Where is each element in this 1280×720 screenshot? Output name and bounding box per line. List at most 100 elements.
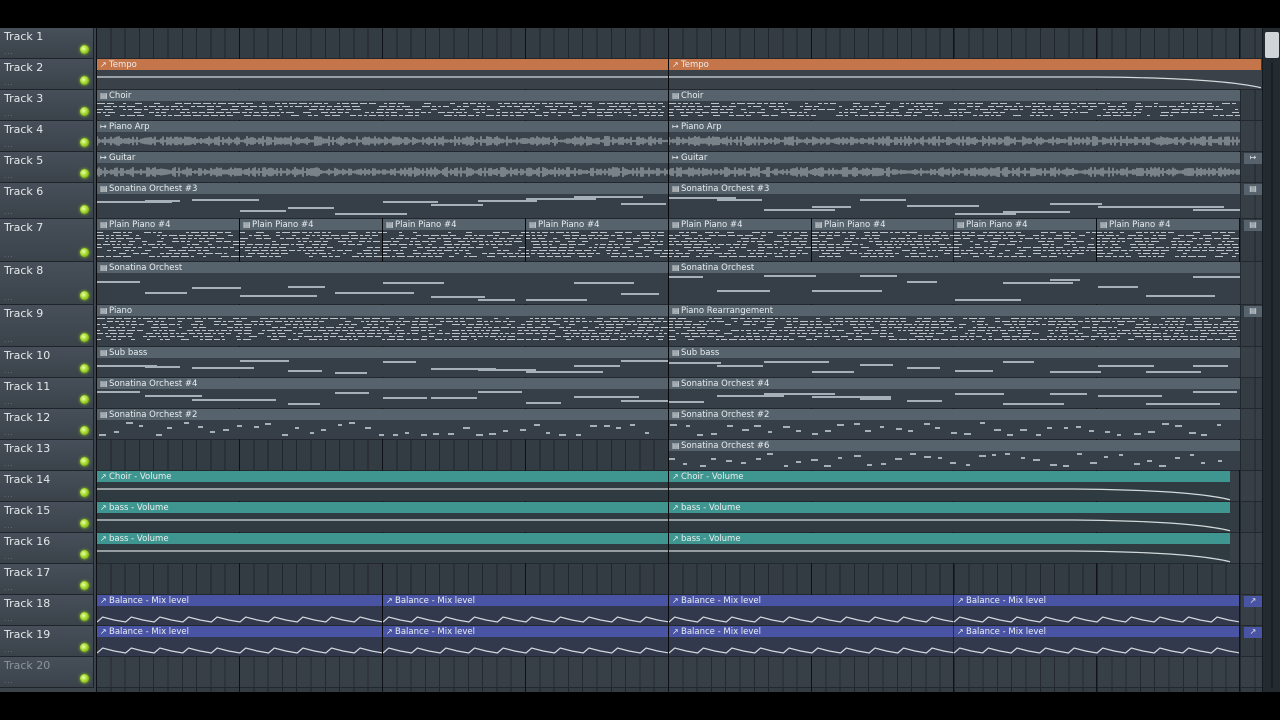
clip-title-bar[interactable]: ▤Sonatina Orchest #2: [669, 409, 1240, 420]
automation-icon[interactable]: ↗: [1244, 596, 1262, 607]
clip-title-bar[interactable]: ↗ Choir - Volume: [97, 471, 668, 482]
clip-pattern[interactable]: ▤Plain Piano #4: [668, 219, 811, 261]
clip-title-bar[interactable]: ▤Sonatina Orchest #4: [669, 378, 1240, 389]
clip-title-bar[interactable]: ▤Sonatina Orchest #3: [97, 183, 668, 194]
clip-pattern[interactable]: ▤Plain Piano #4: [96, 219, 239, 261]
track-header-18[interactable]: Track 18...: [0, 595, 94, 626]
pattern-icon[interactable]: ▤: [1244, 306, 1262, 317]
mute-toggle-led[interactable]: [80, 457, 89, 466]
clip-title-bar[interactable]: ↗ bass - Volume: [97, 502, 668, 513]
clip-mix[interactable]: ↗ Balance - Mix level: [953, 595, 1239, 625]
clip-title-bar[interactable]: ↗ Balance - Mix level: [669, 626, 954, 637]
clip-title-bar[interactable]: ▤Plain Piano #4: [240, 219, 382, 230]
clip-audio[interactable]: ↦ Guitar: [96, 152, 668, 182]
track-header-11[interactable]: Track 11...: [0, 378, 94, 409]
scrollbar-thumb[interactable]: [1265, 32, 1279, 58]
clip-title-bar[interactable]: ▤Plain Piano #4: [383, 219, 525, 230]
track-lane[interactable]: [96, 657, 1262, 688]
track-header-12[interactable]: Track 12...: [0, 409, 94, 440]
track-header-1[interactable]: Track 1...: [0, 28, 94, 59]
pattern-icon[interactable]: ▤: [1244, 220, 1262, 231]
clip-pattern[interactable]: ▤Sonatina Orchest #3: [668, 183, 1240, 218]
clip-title-bar[interactable]: ▤Choir: [97, 90, 668, 101]
track-header-13[interactable]: Track 13...: [0, 440, 94, 471]
mute-toggle-led[interactable]: [80, 643, 89, 652]
clip-pattern[interactable]: ▤Plain Piano #4: [1096, 219, 1239, 261]
track-header-10[interactable]: Track 10...: [0, 347, 94, 378]
clip-pattern[interactable]: ▤Plain Piano #4: [382, 219, 525, 261]
clip-pattern[interactable]: ▤Sonatina Orchest #4: [668, 378, 1240, 408]
clip-title-bar[interactable]: ↗ Balance - Mix level: [383, 626, 668, 637]
clip-title-bar[interactable]: ▤Plain Piano #4: [526, 219, 668, 230]
track-header-8[interactable]: Track 8...: [0, 262, 94, 305]
track-header-3[interactable]: Track 3...: [0, 90, 94, 121]
track-lane[interactable]: [96, 564, 1262, 595]
clip-title-bar[interactable]: ▤Plain Piano #4: [669, 219, 811, 230]
mute-toggle-led[interactable]: [80, 550, 89, 559]
clip-tempo[interactable]: ↗ Tempo: [96, 59, 668, 89]
track-header-16[interactable]: Track 16...: [0, 533, 94, 564]
track-header-19[interactable]: Track 19...: [0, 626, 94, 657]
clip-pattern[interactable]: ▤Sonatina Orchest: [668, 262, 1240, 304]
automation-icon[interactable]: ↗: [1244, 627, 1262, 638]
clip-title-bar[interactable]: ▤Sub bass: [97, 347, 668, 358]
clip-title-bar[interactable]: ↦ Guitar: [97, 152, 668, 163]
clip-title-bar[interactable]: ↗ Balance - Mix level: [954, 626, 1239, 637]
clip-pattern[interactable]: ▤Sonatina Orchest #2: [96, 409, 668, 439]
clip-audio[interactable]: ↦ Piano Arp: [96, 121, 668, 151]
mute-toggle-led[interactable]: [80, 107, 89, 116]
clip-pattern[interactable]: ▤Sub bass: [96, 347, 668, 377]
mute-toggle-led[interactable]: [80, 169, 89, 178]
mute-toggle-led[interactable]: [80, 519, 89, 528]
clip-title-bar[interactable]: ▤Plain Piano #4: [812, 219, 954, 230]
clip-title-bar[interactable]: ▤Piano Rearrangement: [669, 305, 1240, 316]
clip-pattern[interactable]: ▤Sonatina Orchest #6: [668, 440, 1240, 470]
mute-toggle-led[interactable]: [80, 76, 89, 85]
track-header-17[interactable]: Track 17...: [0, 564, 94, 595]
clip-vol[interactable]: ↗ Choir - Volume: [96, 471, 668, 501]
clip-mix[interactable]: ↗ Balance - Mix level: [382, 626, 668, 656]
mute-toggle-led[interactable]: [80, 612, 89, 621]
clip-vol[interactable]: ↗ bass - Volume: [96, 533, 668, 563]
clip-mix[interactable]: ↗ Balance - Mix level: [668, 595, 954, 625]
clip-title-bar[interactable]: ▤Sonatina Orchest #6: [669, 440, 1240, 451]
clip-title-bar[interactable]: ▤Sonatina Orchest #4: [97, 378, 668, 389]
clip-pattern[interactable]: ▤Sonatina Orchest: [96, 262, 668, 304]
track-header-2[interactable]: Track 2...: [0, 59, 94, 90]
clip-title-bar[interactable]: ↗ Tempo: [669, 59, 1261, 70]
mute-toggle-led[interactable]: [80, 426, 89, 435]
clip-mix[interactable]: ↗ Balance - Mix level: [668, 626, 954, 656]
clip-title-bar[interactable]: ▤Piano: [97, 305, 668, 316]
playlist-grid[interactable]: ↗ Tempo ↗ Tempo ▤Choir ▤Choir ↦ Piano Arp ↦ Piano…: [96, 28, 1262, 692]
clip-pattern[interactable]: ▤Sonatina Orchest #4: [96, 378, 668, 408]
clip-title-bar[interactable]: ↗ Balance - Mix level: [383, 595, 668, 606]
clip-pattern[interactable]: ▤Choir: [96, 90, 668, 120]
clip-vol[interactable]: ↗ bass - Volume: [96, 502, 668, 532]
mute-toggle-led[interactable]: [80, 291, 89, 300]
clip-audio[interactable]: ↦ Piano Arp: [668, 121, 1240, 151]
clip-mix[interactable]: ↗ Balance - Mix level: [96, 626, 382, 656]
clip-title-bar[interactable]: ▤Plain Piano #4: [1097, 219, 1239, 230]
clip-title-bar[interactable]: ↗ Balance - Mix level: [669, 595, 954, 606]
clip-title-bar[interactable]: ↦ Piano Arp: [669, 121, 1240, 132]
clip-vol[interactable]: ↗ bass - Volume: [668, 533, 1230, 563]
track-header-4[interactable]: Track 4...: [0, 121, 94, 152]
clip-pattern[interactable]: ▤Plain Piano #4: [953, 219, 1096, 261]
clip-pattern[interactable]: ▤Plain Piano #4: [525, 219, 668, 261]
vertical-scrollbar[interactable]: [1262, 28, 1280, 692]
track-header-5[interactable]: Track 5...: [0, 152, 94, 183]
track-header-14[interactable]: Track 14...: [0, 471, 94, 502]
clip-title-bar[interactable]: ▤Plain Piano #4: [97, 219, 239, 230]
track-lane[interactable]: [96, 28, 1262, 59]
clip-vol[interactable]: ↗ bass - Volume: [668, 502, 1230, 532]
mute-toggle-led[interactable]: [80, 205, 89, 214]
mute-toggle-led[interactable]: [80, 333, 89, 342]
clip-pattern[interactable]: ▤Choir: [668, 90, 1240, 120]
mute-toggle-led[interactable]: [80, 45, 89, 54]
track-header-6[interactable]: Track 6...: [0, 183, 94, 219]
clip-pattern[interactable]: ▤Sonatina Orchest #3: [96, 183, 668, 218]
clip-pattern[interactable]: ▤Plain Piano #4: [239, 219, 382, 261]
clip-title-bar[interactable]: ▤Plain Piano #4: [954, 219, 1096, 230]
clip-pattern[interactable]: ▤Piano Rearrangement: [668, 305, 1240, 346]
clip-title-bar[interactable]: ↗ Tempo: [97, 59, 668, 70]
